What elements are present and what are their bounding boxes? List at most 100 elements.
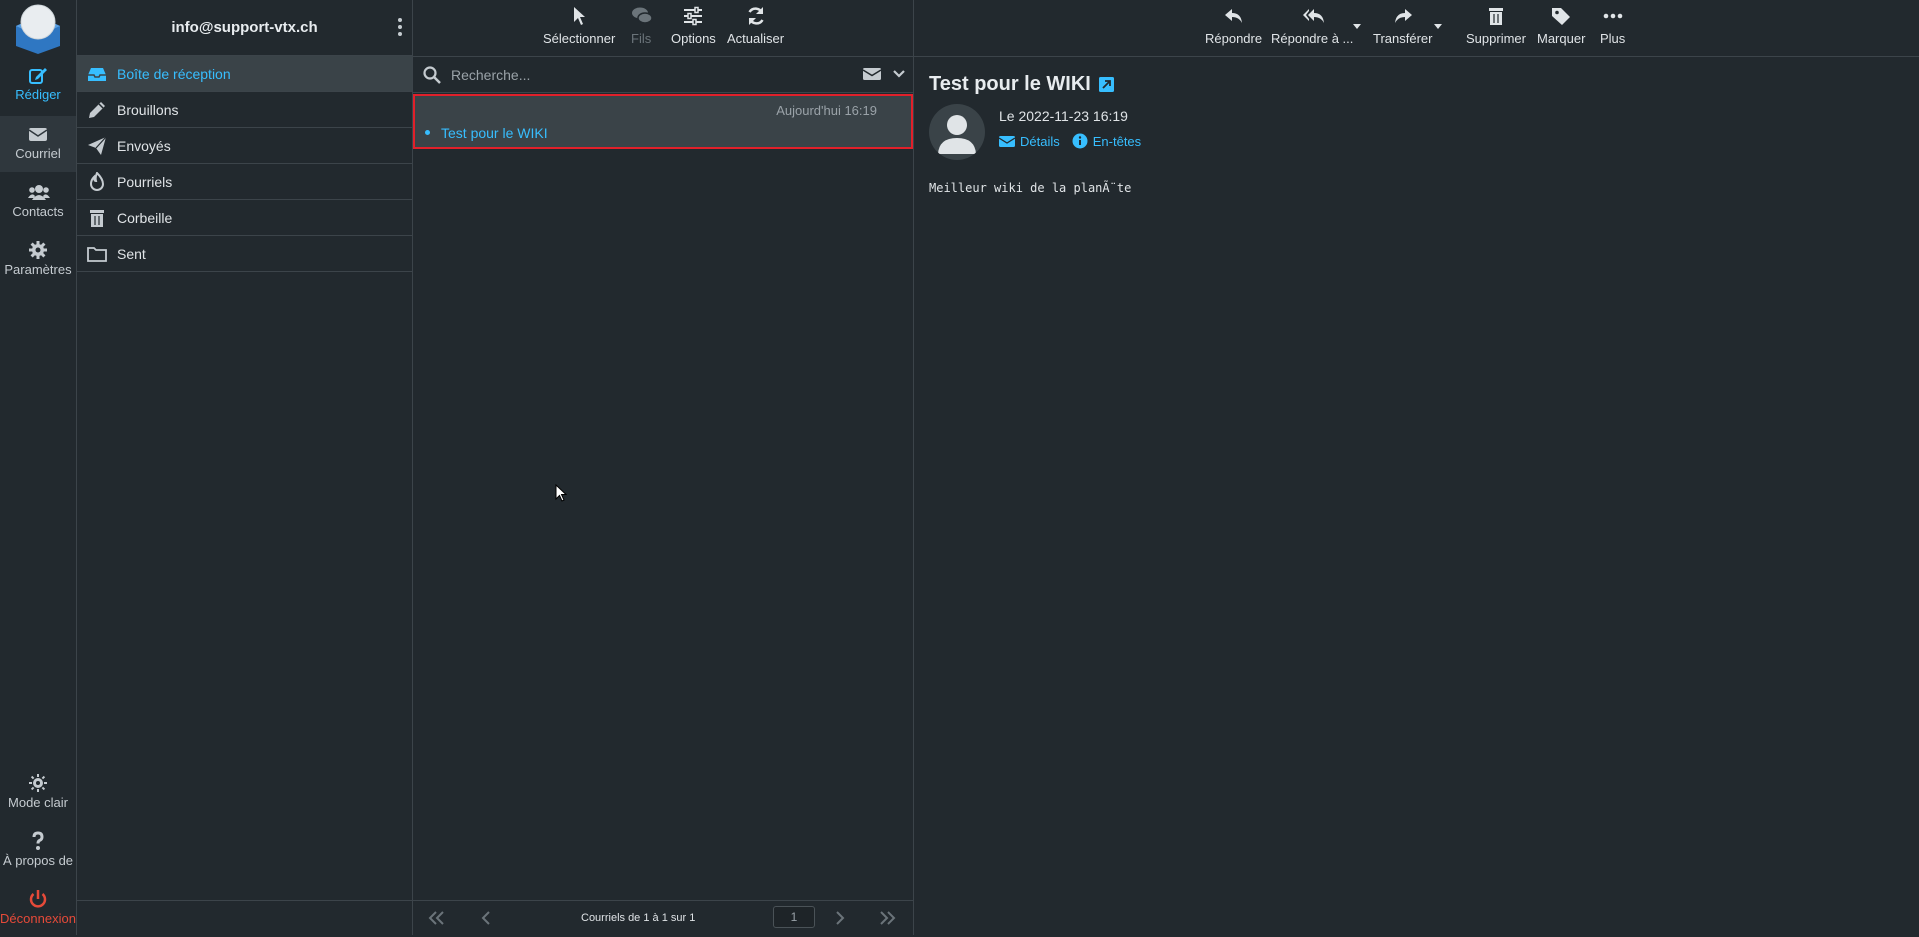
logout-button[interactable]: Déconnexion — [0, 881, 76, 937]
settings-button[interactable]: Paramètres — [0, 232, 76, 288]
folder-sent-custom[interactable]: Sent — [77, 236, 412, 272]
reply-icon — [1224, 6, 1244, 26]
folder-label: Brouillons — [117, 101, 179, 118]
details-link[interactable]: Détails — [999, 133, 1060, 149]
pencil-icon — [87, 100, 107, 120]
last-page-icon[interactable] — [879, 910, 897, 926]
about-button[interactable]: À propos de — [0, 823, 76, 879]
comments-icon — [631, 6, 653, 26]
threads-button[interactable]: Fils — [631, 6, 653, 46]
folder-trash[interactable]: Corbeille — [77, 200, 412, 236]
inbox-icon — [87, 64, 107, 84]
users-icon — [28, 182, 50, 202]
mark-button[interactable]: Marquer — [1537, 6, 1585, 46]
more-label: Plus — [1600, 31, 1626, 46]
page-input[interactable]: 1 — [773, 906, 815, 928]
info-icon — [1072, 133, 1088, 149]
logout-label: Déconnexion — [0, 911, 76, 926]
envelope-filter-icon[interactable] — [863, 67, 881, 81]
message-header: Test pour le WIKI — [929, 73, 1114, 96]
tag-icon — [1551, 6, 1571, 26]
settings-label: Paramètres — [4, 262, 72, 277]
refresh-icon — [746, 6, 766, 26]
reply-button[interactable]: Répondre — [1205, 6, 1262, 46]
options-button[interactable]: Options — [671, 6, 716, 46]
next-page-icon[interactable] — [831, 910, 849, 926]
pager: Courriels de 1 à 1 sur 1 1 — [413, 900, 913, 935]
folder-label: Sent — [117, 245, 146, 262]
trash-icon — [1486, 6, 1506, 26]
folder-footer — [77, 900, 412, 935]
headers-link[interactable]: En-têtes — [1072, 133, 1141, 149]
mail-button[interactable]: Courriel — [0, 116, 76, 172]
compose-button[interactable]: Rédiger — [0, 57, 76, 113]
message-date-header: Le 2022-11-23 16:19 — [999, 108, 1128, 124]
search-input[interactable] — [449, 65, 833, 84]
select-button[interactable]: Sélectionner — [543, 6, 615, 46]
folder-junk[interactable]: Pourriels — [77, 164, 412, 200]
account-email: info@support-vtx.ch — [171, 19, 318, 36]
message-title: Test pour le WIKI — [929, 73, 1091, 95]
contacts-label: Contacts — [12, 204, 64, 219]
chevron-down-icon[interactable] — [893, 69, 905, 79]
compose-icon — [28, 65, 48, 85]
refresh-button[interactable]: Actualiser — [727, 6, 784, 46]
ellipsis-icon — [1603, 6, 1623, 26]
mark-label: Marquer — [1537, 31, 1586, 46]
options-label: Options — [671, 31, 716, 46]
prev-page-icon[interactable] — [477, 910, 495, 926]
forward-icon — [1393, 6, 1413, 26]
message-view: Répondre Répondre à ... Transférer Suppr… — [914, 0, 1919, 935]
select-label: Sélectionner — [543, 31, 616, 46]
list-item[interactable]: Aujourd'hui 16:19 Test pour le WIKI — [413, 94, 913, 149]
sliders-icon — [683, 6, 703, 26]
reply-all-button[interactable]: Répondre à ... — [1271, 6, 1353, 46]
sun-icon — [28, 773, 48, 793]
logo — [12, 2, 64, 54]
folder-inbox[interactable]: Boîte de réception — [77, 56, 412, 92]
delete-label: Supprimer — [1466, 31, 1526, 46]
reply-all-label: Répondre à ... — [1271, 31, 1354, 46]
more-button[interactable]: Plus — [1600, 6, 1625, 46]
folder-drafts[interactable]: Brouillons — [77, 92, 412, 128]
open-external-icon[interactable] — [1098, 77, 1114, 92]
message-body: Meilleur wiki de la planÃ¨te — [929, 181, 1132, 195]
search-icon — [423, 65, 441, 84]
folder-sent[interactable]: Envoyés — [77, 128, 412, 164]
first-page-icon[interactable] — [427, 910, 445, 926]
search-bar — [413, 57, 913, 93]
about-label: À propos de — [2, 853, 74, 868]
message-date: Aujourd'hui 16:19 — [776, 103, 877, 118]
account-header: info@support-vtx.ch — [77, 0, 412, 56]
compose-label: Rédiger — [15, 87, 61, 102]
forward-label: Transférer — [1373, 31, 1433, 46]
folder-label: Corbeille — [117, 209, 173, 226]
main-nav: Rédiger Courriel Contacts Paramètres Mod… — [0, 0, 77, 935]
light-mode-button[interactable]: Mode clair — [0, 765, 76, 821]
paper-plane-icon — [87, 136, 107, 156]
mail-label: Courriel — [15, 146, 61, 161]
delete-button[interactable]: Supprimer — [1466, 6, 1526, 46]
more-vertical-icon[interactable] — [396, 17, 404, 37]
folder-label: Pourriels — [117, 173, 173, 190]
threads-label: Fils — [631, 31, 652, 46]
folder-label: Envoyés — [117, 137, 171, 154]
forward-button[interactable]: Transférer — [1373, 6, 1432, 46]
header-links: Détails En-têtes — [999, 133, 1153, 149]
fire-icon — [87, 171, 107, 192]
refresh-label: Actualiser — [727, 31, 785, 46]
gear-icon — [28, 240, 48, 260]
message-subject: Test pour le WIKI — [441, 125, 548, 141]
headers-label: En-têtes — [1092, 133, 1142, 149]
pointer-icon — [569, 6, 589, 26]
reply-all-icon — [1302, 6, 1325, 26]
forward-dropdown-icon[interactable] — [1433, 22, 1443, 30]
details-label: Détails — [1020, 133, 1060, 149]
contacts-button[interactable]: Contacts — [0, 174, 76, 230]
reply-all-dropdown-icon[interactable] — [1352, 22, 1362, 30]
message-toolbar: Répondre Répondre à ... Transférer Suppr… — [914, 0, 1919, 57]
envelope-icon — [999, 133, 1015, 149]
question-icon — [28, 831, 48, 851]
power-icon — [28, 889, 48, 909]
light-mode-label: Mode clair — [8, 795, 68, 810]
